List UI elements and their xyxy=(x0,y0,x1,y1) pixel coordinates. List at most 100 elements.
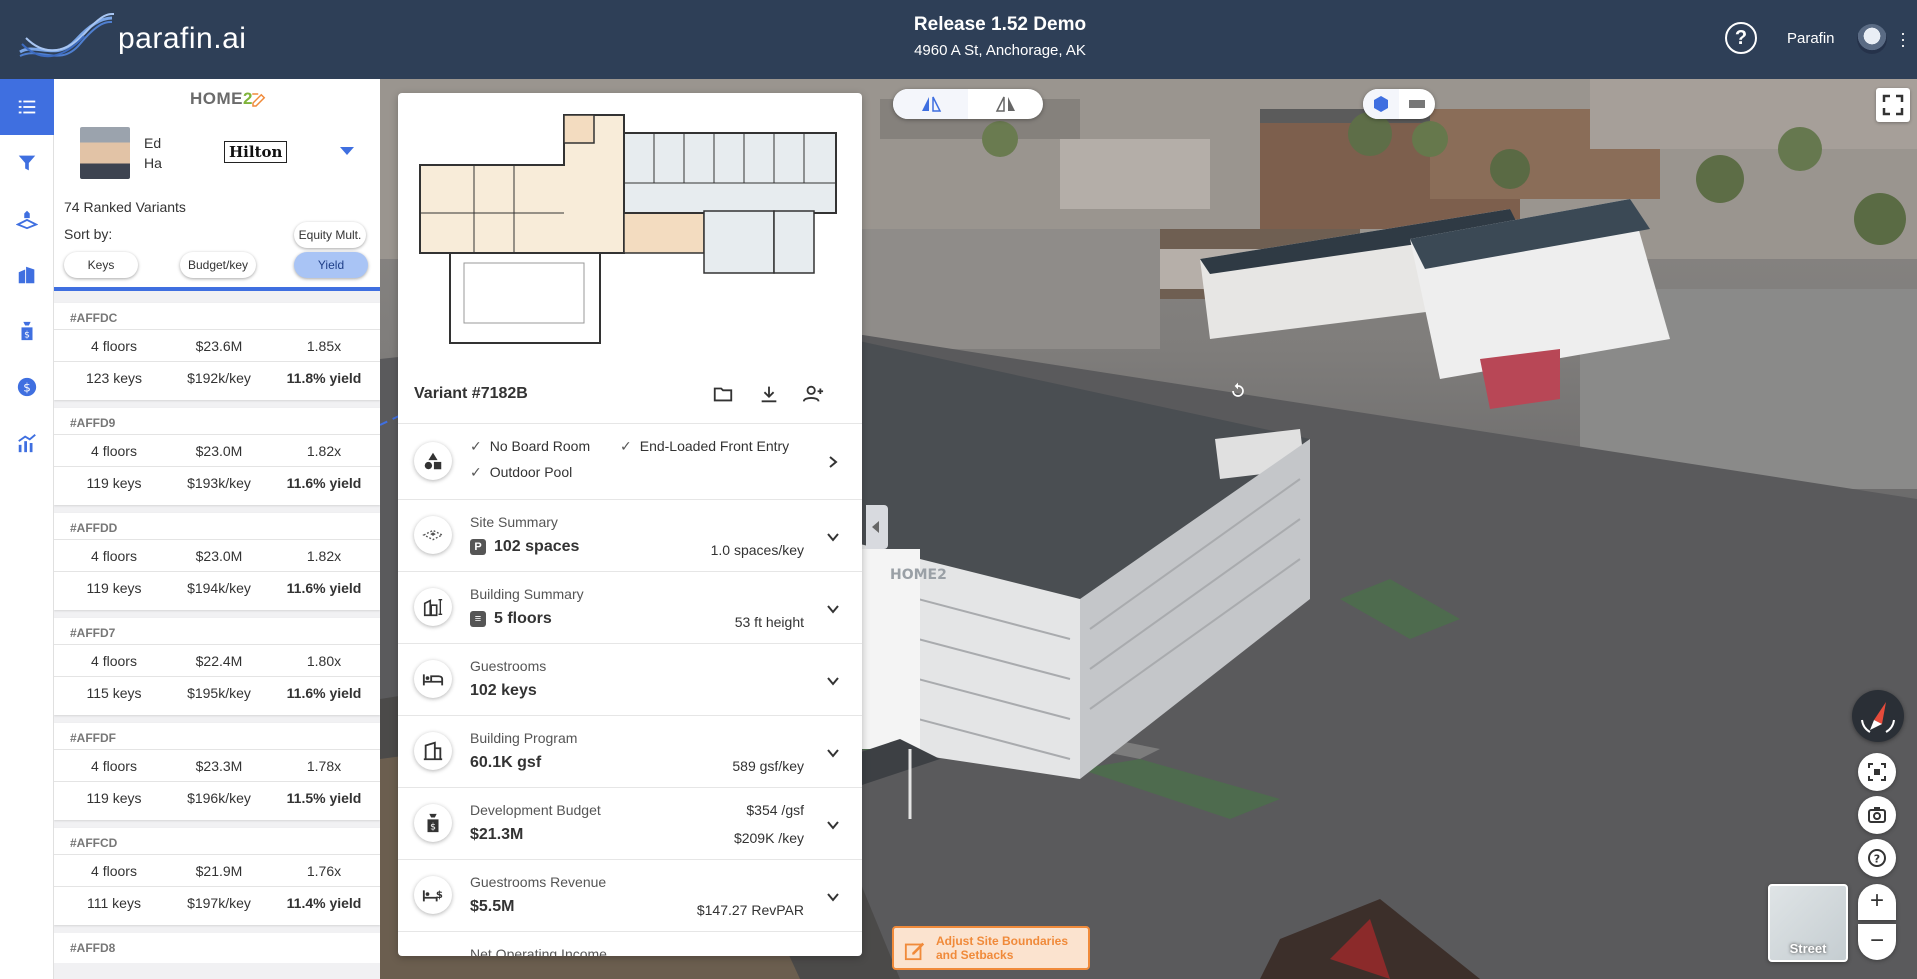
brand-dropdown-icon[interactable] xyxy=(340,147,354,155)
chevron-down-icon[interactable] xyxy=(826,890,840,904)
variant-row-secondary: 111 keys $197k/key 11.4% yield xyxy=(54,886,380,918)
zoom-in-button[interactable]: + xyxy=(1858,884,1896,920)
site-summary-aux: 1.0 spaces/key xyxy=(710,542,804,558)
development-budget-row[interactable]: $ Development Budget $21.3M $354 /gsf $2… xyxy=(398,787,862,859)
variant-card[interactable]: #AFFD7 4 floors $22.4M 1.80x 115 keys $1… xyxy=(54,618,380,715)
variant-keys: 123 keys xyxy=(85,370,143,386)
building-program-row[interactable]: Building Program 60.1K gsf 589 gsf/key xyxy=(398,715,862,787)
budget-per-gsf: $354 /gsf xyxy=(746,802,804,818)
variant-card[interactable]: #AFFDC 4 floors $23.6M 1.85x 123 keys $1… xyxy=(54,303,380,400)
variant-row-primary: 4 floors $23.6M 1.85x xyxy=(54,329,380,361)
sort-budget-button[interactable]: Budget/key xyxy=(180,252,256,278)
fullscreen-button[interactable] xyxy=(1876,88,1910,122)
adjust-site-boundaries-button[interactable]: Adjust Site Boundaries and Setbacks xyxy=(892,926,1090,970)
features-row[interactable]: No Board Room End-Loaded Front Entry Out… xyxy=(398,423,862,499)
variant-cost: $23.6M xyxy=(195,338,243,354)
chevron-down-icon[interactable] xyxy=(826,818,840,832)
chevron-down-icon[interactable] xyxy=(826,530,840,544)
dollar-icon: $ xyxy=(17,377,37,397)
display-mode-3d[interactable] xyxy=(1363,89,1399,119)
guestrooms-row[interactable]: Guestrooms 102 keys xyxy=(398,643,862,715)
variant-card[interactable]: #AFFCD 4 floors $21.9M 1.76x 111 keys $1… xyxy=(54,828,380,925)
chevron-down-icon[interactable] xyxy=(826,746,840,760)
sidebar-item-filter[interactable] xyxy=(0,135,54,191)
edit-icon[interactable] xyxy=(250,91,268,109)
building-summary-icon-wrap xyxy=(414,588,452,626)
variant-keys: 111 keys xyxy=(87,895,141,911)
sidebar-item-revenue[interactable]: $ xyxy=(0,359,54,415)
more-menu-icon[interactable]: · · · xyxy=(1900,24,1906,54)
sidebar-item-budget[interactable]: $ xyxy=(0,303,54,359)
variant-card[interactable]: #AFFDF 4 floors $23.3M 1.78x 119 keys $1… xyxy=(54,723,380,820)
variant-card[interactable]: #AFFD8 xyxy=(54,933,380,963)
variant-row-secondary: 123 keys $192k/key 11.8% yield xyxy=(54,361,380,393)
sort-label: Sort by: xyxy=(64,226,113,242)
sidebar-item-site[interactable] xyxy=(0,191,54,247)
variant-row-primary: 4 floors $23.0M 1.82x xyxy=(54,434,380,466)
download-icon[interactable] xyxy=(758,383,780,405)
collapse-panel-button[interactable] xyxy=(866,505,888,549)
revpar: $147.27 RevPAR xyxy=(696,902,804,918)
person-name: Ed Ha xyxy=(144,133,184,173)
variant-equity: 1.82x xyxy=(306,443,342,459)
site-summary-row[interactable]: Site Summary P 102 spaces 1.0 spaces/key xyxy=(398,499,862,571)
variant-floors: 4 floors xyxy=(91,653,137,669)
sort-keys-button[interactable]: Keys xyxy=(64,252,138,278)
user-avatar[interactable] xyxy=(1857,24,1887,54)
project-title: Release 1.52 Demo xyxy=(913,14,1087,35)
variant-keys: 119 keys xyxy=(86,790,142,806)
chevron-down-icon[interactable] xyxy=(826,674,840,688)
question-icon: ? xyxy=(1868,849,1886,867)
parking-icon: P xyxy=(470,539,486,555)
compass-icon xyxy=(1861,702,1895,733)
person-photo xyxy=(80,127,130,179)
sort-equity-button[interactable]: Equity Mult. xyxy=(294,222,366,248)
money-bag-icon: $ xyxy=(427,813,439,832)
chevron-down-icon[interactable] xyxy=(826,602,840,616)
sort-yield-button[interactable]: Yield xyxy=(294,252,368,278)
variant-per-key: $196k/key xyxy=(187,790,251,806)
noi-row[interactable]: Net Operating Income xyxy=(398,931,862,956)
rotate-handle-icon[interactable] xyxy=(1228,381,1248,401)
variant-equity: 1.78x xyxy=(306,758,342,774)
variant-yield: 11.6% yield xyxy=(286,475,362,491)
map-help-button[interactable]: ? xyxy=(1858,839,1896,877)
features-row-icon xyxy=(414,442,452,480)
guestrooms-label: Guestrooms xyxy=(470,658,547,674)
guestrooms-revenue-row[interactable]: $ Guestrooms Revenue $5.5M $147.27 RevPA… xyxy=(398,859,862,931)
variant-yield: 11.6% yield xyxy=(286,580,362,596)
recenter-button[interactable] xyxy=(1858,753,1896,791)
display-mode-2d[interactable] xyxy=(1399,89,1435,119)
brand-selector: HOME2 Ed Ha Hilton 74 Ranked Variants Sor… xyxy=(54,79,380,291)
development-budget-value: $21.3M xyxy=(470,826,524,843)
variant-card[interactable]: #AFFD9 4 floors $23.0M 1.82x 119 keys $1… xyxy=(54,408,380,505)
compass-button[interactable] xyxy=(1852,690,1904,742)
street-view-toggle[interactable]: Street xyxy=(1768,884,1848,962)
variant-row-primary: 4 floors $22.4M 1.80x xyxy=(54,644,380,676)
share-user-icon[interactable] xyxy=(802,383,824,405)
floor-plan-image[interactable] xyxy=(414,103,846,351)
sidebar-item-building[interactable] xyxy=(0,247,54,303)
user-name[interactable]: Parafin xyxy=(1787,30,1835,47)
feature-item: End-Loaded Front Entry xyxy=(620,438,789,455)
sidebar-item-list[interactable] xyxy=(0,79,54,135)
view-mode-perspective[interactable] xyxy=(893,89,968,119)
app-logo[interactable]: parafin.ai xyxy=(16,12,246,66)
sidebar-item-analytics[interactable] xyxy=(0,415,54,471)
svg-text:$: $ xyxy=(24,329,30,340)
view-mode-flat[interactable] xyxy=(968,89,1043,119)
building-summary-row[interactable]: Building Summary ≡ 5 floors 53 ft height xyxy=(398,571,862,643)
franchise-logo: Hilton xyxy=(224,141,288,163)
guestrooms-revenue-icon-wrap: $ xyxy=(414,876,452,914)
variant-yield: 11.4% yield xyxy=(286,895,362,911)
screenshot-button[interactable] xyxy=(1858,796,1896,834)
variant-cost: $22.4M xyxy=(195,653,243,669)
focus-icon xyxy=(1868,763,1886,781)
variant-per-key: $195k/key xyxy=(187,685,251,701)
help-button[interactable]: ? xyxy=(1725,22,1757,54)
parking-spaces: 102 spaces xyxy=(494,538,580,555)
variant-card[interactable]: #AFFDD 4 floors $23.0M 1.82x 119 keys $1… xyxy=(54,513,380,610)
folder-icon[interactable] xyxy=(712,383,734,405)
svg-text:HOME2: HOME2 xyxy=(890,567,947,583)
chevron-right-icon[interactable] xyxy=(826,455,840,469)
